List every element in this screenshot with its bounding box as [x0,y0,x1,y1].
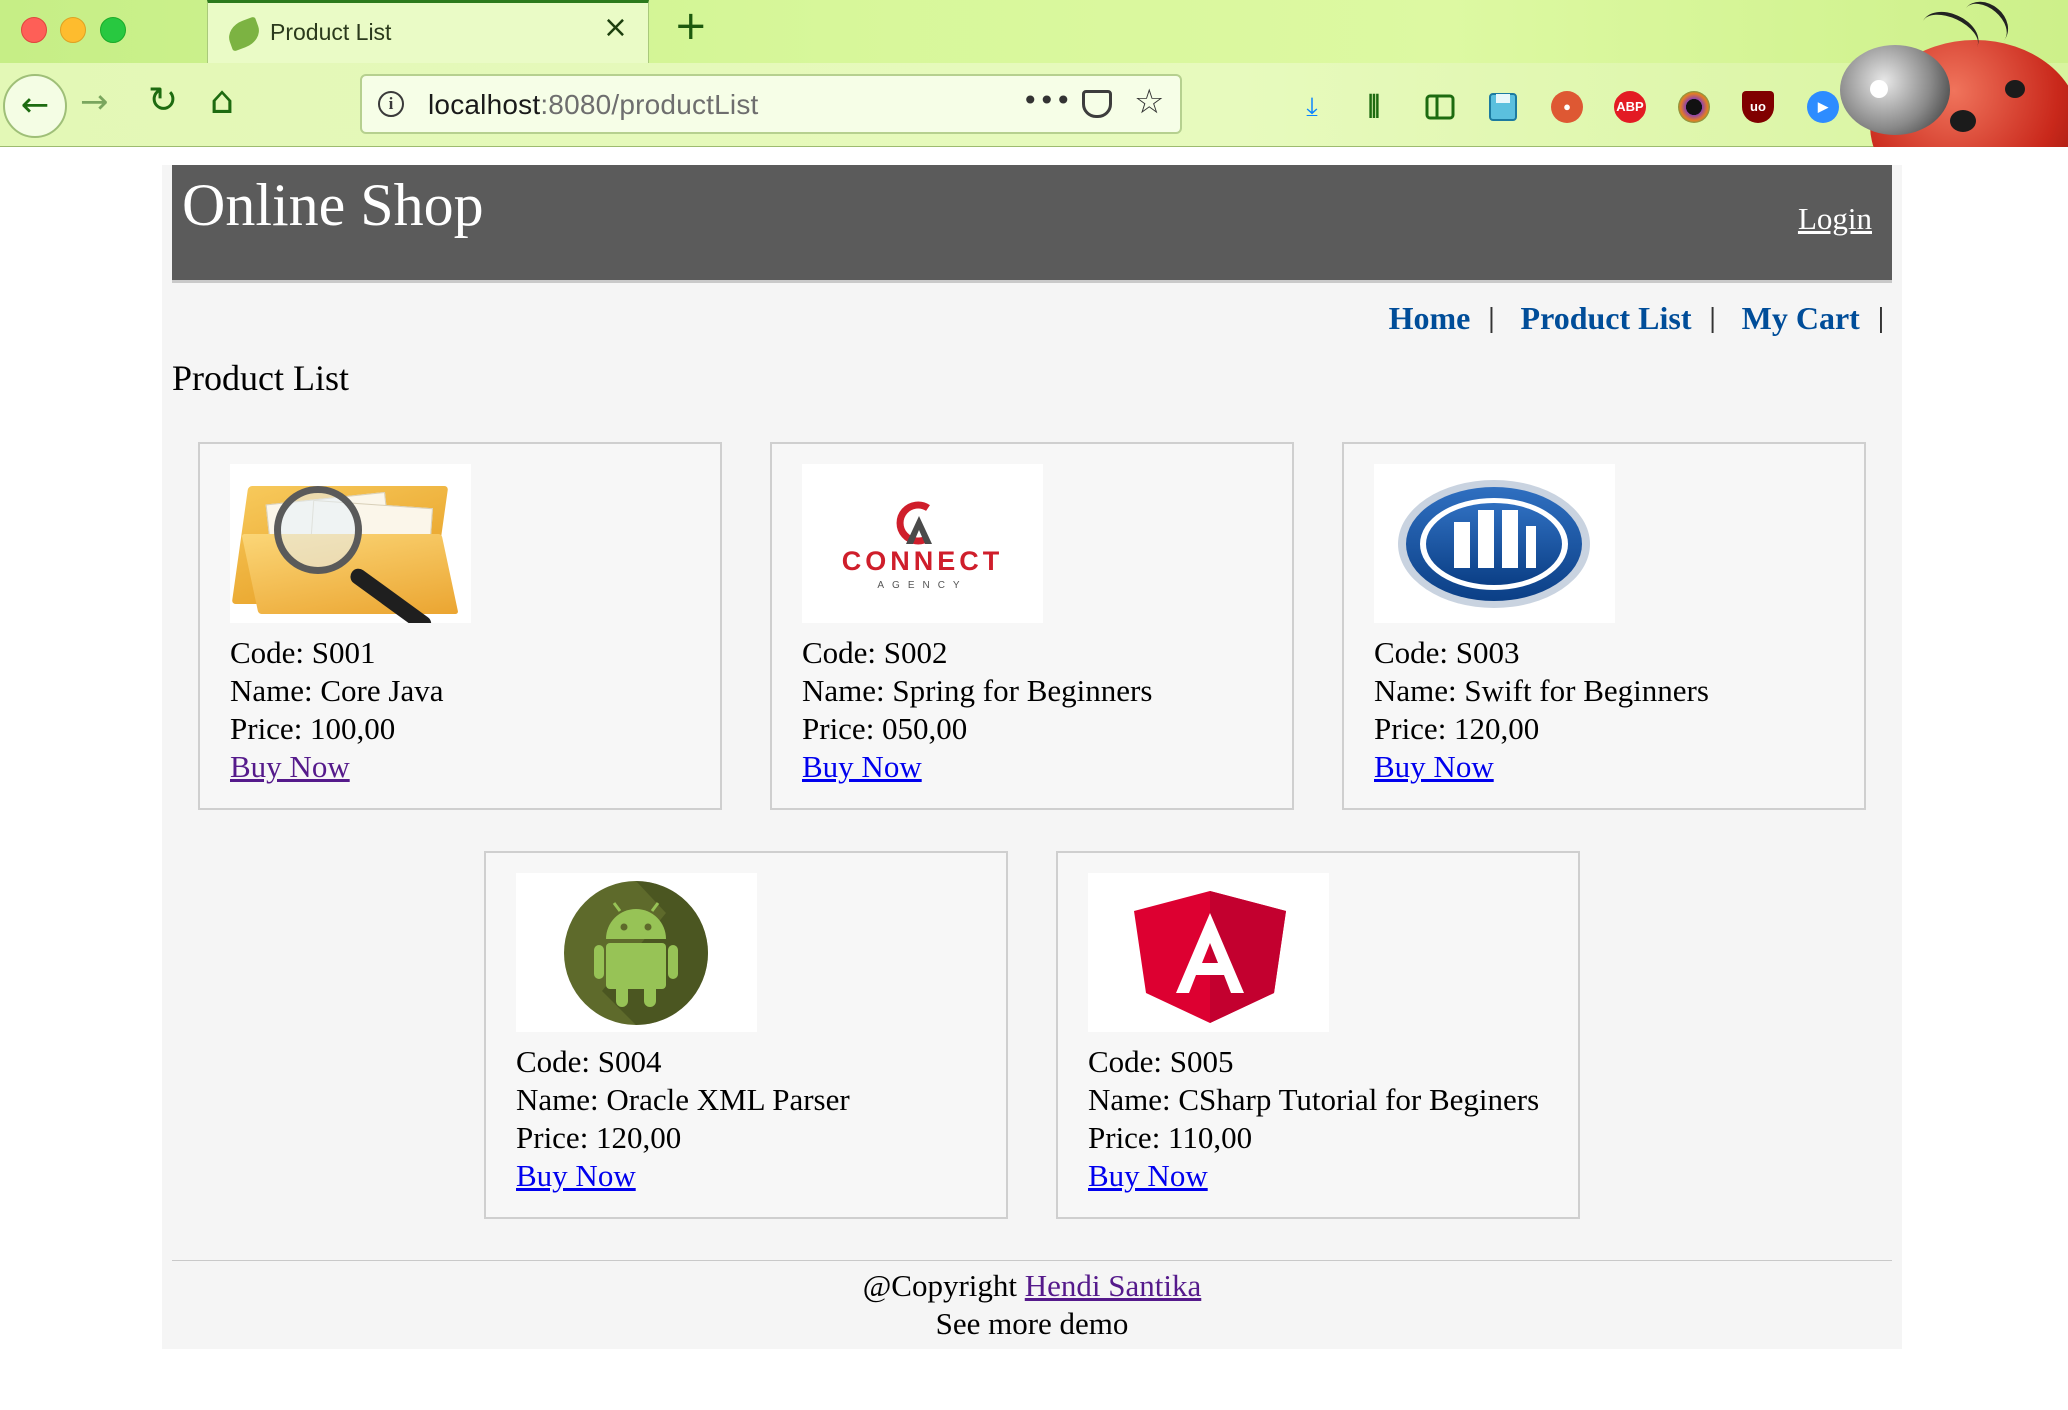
product-price: Price: 110,00 [1088,1120,1253,1155]
window-zoom-button[interactable] [100,17,126,43]
browser-titlebar: Product List × + [0,0,2068,63]
product-card: Code: S003 Name: Swift for Beginners Pri… [1342,442,1866,810]
menu-item-home[interactable]: Home [1389,300,1471,337]
product-price: Price: 120,00 [1374,711,1540,746]
page-title: Product List [172,358,349,398]
product-card: CONNECT AGENCY Code: S002 Name: Spring f… [770,442,1294,810]
product-card: Code: S001 Name: Core Java Price: 100,00… [198,442,722,810]
browser-tab[interactable]: Product List × [207,0,649,63]
ublock-icon[interactable]: uo [1742,91,1774,123]
product-name: Name: Core Java [230,673,444,708]
url-bar[interactable]: i localhost:8080/productList ••• ☆ [360,74,1182,134]
pocket-icon[interactable] [1082,90,1112,118]
product-price: Price: 050,00 [802,711,968,746]
connect-logo-text: CONNECT [841,546,1004,576]
product-code: Code: S001 [230,635,376,670]
product-info: Code: S005 Name: CSharp Tutorial for Beg… [1088,1043,1539,1195]
reload-icon[interactable]: ↻ [148,83,178,119]
forward-arrow-icon[interactable]: → [80,85,109,119]
product-code: Code: S002 [802,635,948,670]
url-host: localhost [428,89,541,120]
product-info: Code: S004 Name: Oracle XML Parser Price… [516,1043,850,1195]
product-code: Code: S004 [516,1044,662,1079]
sidebar-icon[interactable] [1424,91,1456,123]
page-container: Online Shop Login Home | Product List | … [162,165,1902,1349]
window-minimize-button[interactable] [60,17,86,43]
page-actions-icon[interactable]: ••• [1022,84,1072,117]
site-header: Online Shop Login [172,165,1892,283]
see-more-demo-text: See more demo [935,1306,1129,1341]
folder-magnifier-image [230,464,471,623]
library-icon[interactable]: ⫼ [1358,91,1390,123]
copyright-text: @Copyright [862,1268,1025,1303]
ladybug-theme-decoration [1800,0,2068,147]
product-price: Price: 100,00 [230,711,396,746]
tab-title: Product List [270,19,392,45]
url-path: :8080/productList [540,89,759,120]
connect-agency-logo-image: CONNECT AGENCY [802,464,1043,623]
site-info-icon[interactable]: i [378,91,404,117]
product-info: Code: S002 Name: Spring for Beginners Pr… [802,634,1152,786]
product-name: Name: Spring for Beginners [802,673,1153,708]
product-card: Code: S005 Name: CSharp Tutorial for Beg… [1056,851,1580,1219]
author-link[interactable]: Hendi Santika [1025,1268,1202,1303]
spring-leaf-favicon-icon [224,16,264,52]
menu-separator: | [1709,302,1716,334]
android-logo-image [516,873,757,1032]
main-menu: Home | Product List | My Cart | [1389,300,1884,337]
allianz-logo-image [1374,464,1615,623]
download-icon[interactable]: ⤓ [1296,91,1328,123]
save-icon[interactable] [1487,91,1519,123]
menu-separator: | [1488,302,1495,334]
adblock-icon[interactable]: ABP [1614,91,1646,123]
menu-item-product-list[interactable]: Product List [1521,300,1692,337]
bookmark-star-icon[interactable]: ☆ [1134,82,1164,122]
buy-now-link[interactable]: Buy Now [802,749,922,784]
buy-now-link[interactable]: Buy Now [1374,749,1494,784]
product-code: Code: S003 [1374,635,1520,670]
product-name: Name: CSharp Tutorial for Beginers [1088,1082,1540,1117]
product-name: Name: Swift for Beginners [1374,673,1709,708]
site-title: Online Shop [182,172,484,238]
buy-now-link[interactable]: Buy Now [1088,1158,1208,1193]
home-icon[interactable]: ⌂ [210,81,234,119]
product-info: Code: S003 Name: Swift for Beginners Pri… [1374,634,1709,786]
product-card: Code: S004 Name: Oracle XML Parser Price… [484,851,1008,1219]
menu-separator: | [1877,302,1884,334]
tab-close-icon[interactable]: × [603,13,628,43]
browser-navbar: ← → ↻ ⌂ i localhost:8080/productList •••… [0,63,2068,147]
duckduckgo-icon[interactable]: ● [1551,91,1583,123]
site-footer: @Copyright Hendi Santika See more demo [172,1260,1892,1343]
angular-logo-image [1088,873,1329,1032]
window-close-button[interactable] [21,17,47,43]
buy-now-link[interactable]: Buy Now [516,1158,636,1193]
menu-item-my-cart[interactable]: My Cart [1742,300,1860,337]
product-code: Code: S005 [1088,1044,1234,1079]
new-tab-icon[interactable]: + [674,6,708,46]
connect-logo-subtext: AGENCY [877,580,968,591]
url-text[interactable]: localhost:8080/productList [428,89,759,121]
product-price: Price: 120,00 [516,1120,682,1155]
login-link[interactable]: Login [1798,201,1872,237]
product-name: Name: Oracle XML Parser [516,1082,850,1117]
back-arrow-icon[interactable]: ← [3,74,67,138]
product-info: Code: S001 Name: Core Java Price: 100,00… [230,634,443,786]
color-picker-icon[interactable] [1678,91,1710,123]
buy-now-link[interactable]: Buy Now [230,749,350,784]
